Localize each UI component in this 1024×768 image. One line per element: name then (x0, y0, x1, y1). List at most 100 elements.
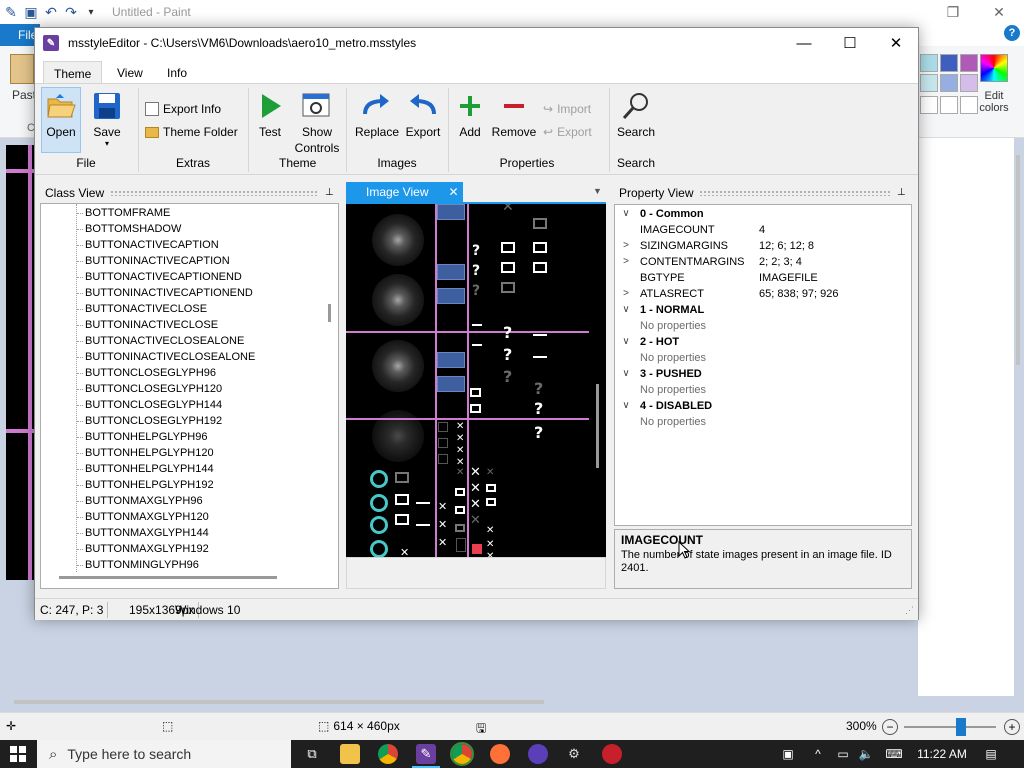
no-properties-label[interactable]: No properties (615, 414, 911, 430)
tree-item[interactable]: BOTTOMFRAME (76, 205, 170, 221)
paint-close-icon[interactable]: ✕ (976, 0, 1022, 24)
tab-dropdown-icon[interactable]: ▼ (593, 186, 602, 196)
chevron-right-icon[interactable]: > (621, 286, 631, 302)
color-swatch[interactable] (940, 74, 958, 92)
class-view-tree[interactable]: BOTTOMFRAME BOTTOMSHADOW BUTTONACTIVECAPTI… (40, 203, 339, 589)
network-icon[interactable]: ▭ (834, 740, 852, 768)
chevron-right-icon[interactable]: > (621, 254, 631, 270)
export-button[interactable]: Export (403, 90, 443, 140)
chrome-icon[interactable] (378, 744, 398, 764)
image-view-scrollbar[interactable] (596, 208, 599, 468)
import-button[interactable]: ↪ Import (543, 102, 591, 116)
msstyleeditor-taskbar-icon[interactable]: ✎ (416, 744, 436, 764)
show-controls-button[interactable]: Show Controls (293, 90, 341, 156)
redo-icon[interactable]: ↷ (62, 3, 80, 21)
minimize-icon[interactable]: — (781, 28, 827, 58)
color-swatch[interactable] (940, 96, 958, 114)
property-category[interactable]: ∨ 3 - PUSHED (615, 366, 911, 382)
property-category[interactable]: ∨ 2 - HOT (615, 334, 911, 350)
keyboard-icon[interactable]: ⌨ (884, 740, 904, 768)
color-swatch[interactable] (960, 54, 978, 72)
resize-grip-icon[interactable]: ⋰ (905, 605, 914, 616)
tree-item[interactable]: BUTTONACTIVECAPTIONEND (77, 269, 242, 285)
tree-item[interactable]: BUTTONACTIVECLOSE (76, 301, 207, 317)
open-button[interactable]: Open (43, 90, 79, 140)
volume-muted-icon[interactable]: 🔈 (856, 740, 876, 768)
export-small-button[interactable]: ↩ Export (543, 125, 592, 139)
paint-horizontal-scrollbar[interactable] (14, 700, 544, 704)
image-view-tab[interactable]: Image View ✕ (346, 182, 463, 202)
notifications-icon[interactable]: ▤ (980, 740, 1002, 768)
zoom-slider-thumb[interactable] (956, 718, 966, 736)
tab-theme[interactable]: Theme (43, 61, 103, 85)
property-row[interactable]: > SIZINGMARGINS 12; 6; 12; 8 (615, 238, 911, 254)
chevron-down-icon[interactable]: ∨ (621, 334, 631, 350)
color-swatch[interactable] (940, 54, 958, 72)
paint-canvas[interactable] (6, 145, 36, 580)
image-view-canvas[interactable]: ? ? ? ? ? ? ? ? ? ✕ ✕ ✕ ✕ ✕ ✕ ✕ ✕ ✕ ✕ ✕ … (346, 204, 606, 557)
clock[interactable]: 11:22 AM (910, 740, 974, 768)
class-view-vertical-scrollbar[interactable] (328, 304, 331, 322)
tools-icon[interactable]: ⚙ (564, 744, 584, 764)
zoom-slider[interactable] (904, 726, 996, 728)
tree-item[interactable]: BUTTONINACTIVECAPTIONEND (77, 285, 253, 301)
panel-grip[interactable] (699, 190, 891, 196)
clipboard-icon[interactable] (10, 54, 34, 84)
taskbar-search-box[interactable]: ⌕ Type here to search (37, 740, 291, 768)
property-value[interactable]: IMAGEFILE (759, 270, 818, 286)
theme-folder-button[interactable]: Theme Folder (145, 125, 238, 139)
tree-item[interactable]: BUTTONMAXGLYPH120 (77, 509, 209, 525)
tree-item[interactable]: BUTTONMAXGLYPH96 (77, 493, 203, 509)
tree-item[interactable]: BUTTONMAXGLYPH192 (77, 541, 209, 557)
property-row[interactable]: > CONTENTMARGINS 2; 2; 3; 4 (615, 254, 911, 270)
help-icon[interactable]: ? (1004, 25, 1020, 41)
property-category[interactable]: ∨ 4 - DISABLED (615, 398, 911, 414)
tray-app-icon[interactable]: ▣ (780, 740, 796, 768)
save-icon[interactable]: ▣ (22, 3, 40, 21)
tree-item[interactable]: BOTTOMSHADOW (76, 221, 181, 237)
chevron-right-icon[interactable]: > (621, 238, 631, 254)
tree-item[interactable]: BUTTONMINGLYPH96 (77, 557, 199, 573)
search-button[interactable]: Search (615, 90, 657, 140)
no-properties-label[interactable]: No properties (615, 382, 911, 398)
tree-item[interactable]: BUTTONINACTIVECAPTION (77, 253, 230, 269)
export-info-button[interactable]: Export Info (145, 102, 221, 116)
tree-item[interactable]: BUTTONHELPGLYPH192 (77, 477, 214, 493)
property-category[interactable]: ∨ 1 - NORMAL (615, 302, 911, 318)
edit-colors-icon[interactable] (980, 54, 1008, 82)
property-row[interactable]: > ATLASRECT 65; 838; 97; 926 (615, 286, 911, 302)
show-hidden-icons-icon[interactable]: ^ (810, 740, 826, 768)
tab-view[interactable]: View (107, 61, 153, 84)
property-value[interactable]: 4 (759, 222, 765, 238)
customize-qat-icon[interactable]: ▾ (82, 3, 100, 21)
pin-icon[interactable]: ⊥ (897, 188, 907, 198)
paint-restore-icon[interactable]: ❐ (930, 0, 976, 24)
file-explorer-icon[interactable] (340, 744, 360, 764)
property-row[interactable]: IMAGECOUNT 4 (615, 222, 911, 238)
tree-item[interactable]: BUTTONMAXGLYPH144 (77, 525, 209, 541)
property-value[interactable]: 65; 838; 97; 926 (759, 286, 839, 302)
chevron-down-icon[interactable]: ∨ (621, 398, 631, 414)
firefox-icon[interactable] (490, 744, 510, 764)
tree-item[interactable]: BUTTONINACTIVECLOSEALONE (76, 349, 255, 365)
app-icon-red[interactable] (602, 744, 622, 764)
maximize-icon[interactable]: ☐ (827, 28, 873, 58)
undo-icon[interactable]: ↶ (42, 3, 60, 21)
tree-item[interactable]: BUTTONCLOSEGLYPH120 (76, 381, 222, 397)
close-tab-icon[interactable]: ✕ (448, 185, 458, 199)
property-category[interactable]: ∨ 0 - Common (615, 206, 911, 222)
color-swatch[interactable] (920, 96, 938, 114)
zoom-out-button[interactable]: − (882, 719, 898, 735)
chevron-down-icon[interactable]: ∨ (621, 302, 631, 318)
panel-grip[interactable] (110, 190, 319, 196)
tree-item[interactable]: BUTTONHELPGLYPH144 (77, 461, 214, 477)
color-swatch[interactable] (920, 54, 938, 72)
tab-info[interactable]: Info (157, 61, 197, 84)
tree-item[interactable]: BUTTONHELPGLYPH96 (76, 429, 207, 445)
save-dropdown-icon[interactable]: ▾ (87, 140, 127, 148)
color-swatch[interactable] (920, 74, 938, 92)
edit-colors-label[interactable]: Edit colors (976, 90, 1012, 114)
app-icon[interactable] (528, 744, 548, 764)
tree-item[interactable]: BUTTONACTIVECLOSEALONE (76, 333, 244, 349)
add-button[interactable]: Add (453, 90, 487, 140)
